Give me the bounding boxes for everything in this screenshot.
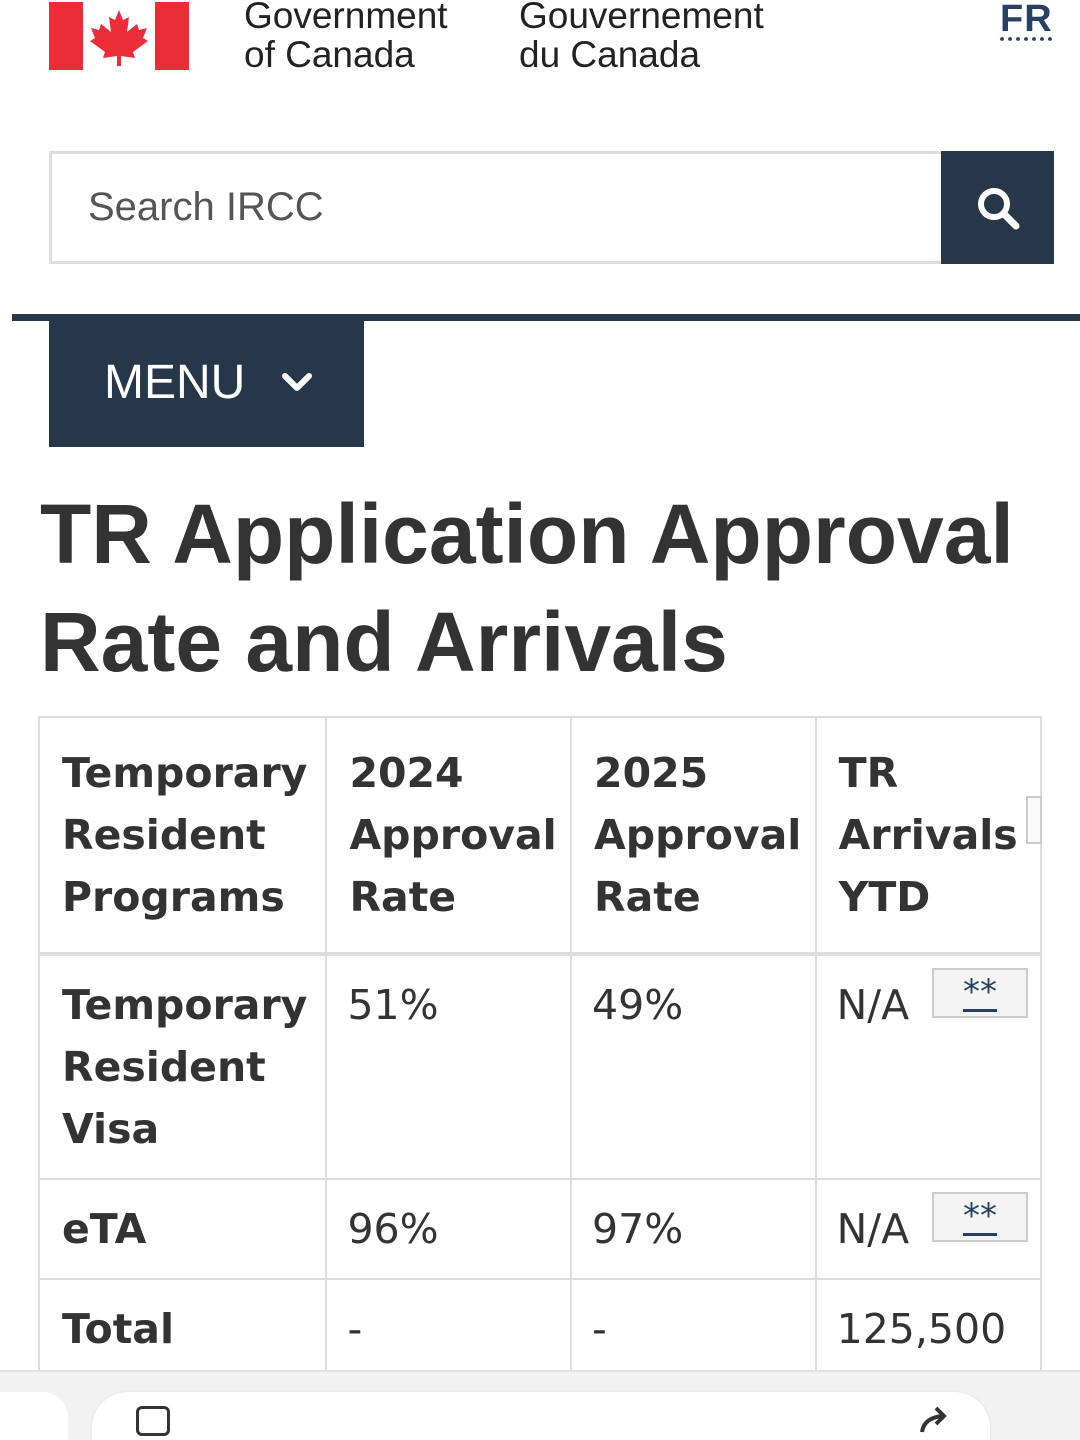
table-header-row: Temporary Resident Programs 2024 Approva… (37, 716, 1043, 955)
gc-header: Government of Canada Gouvernement du Can… (0, 0, 1080, 100)
program-cell: eTA (37, 1178, 328, 1280)
table-scroll-handle[interactable] (1026, 796, 1042, 844)
menu-button[interactable]: MENU (49, 318, 364, 447)
search-bar (49, 151, 1054, 264)
arrivals-cell: 125,500 (814, 1278, 1043, 1380)
menu-label: MENU (104, 356, 246, 409)
program-cell: Total (37, 1278, 328, 1380)
table-row: Total - - 125,500 (37, 1278, 1043, 1380)
arrivals-cell: N/A ** (814, 1178, 1043, 1280)
rate-2025-cell: - (570, 1278, 817, 1380)
footnote-button[interactable]: ** (932, 968, 1028, 1018)
government-of-canada-wordmark[interactable]: Government of Canada (244, 0, 448, 74)
rate-2025-cell: 97% (570, 1178, 817, 1280)
column-header-arrivals: TR Arrivals YTD (814, 716, 1043, 955)
rate-2024-cell: - (325, 1278, 573, 1380)
arrivals-value: N/A (836, 1205, 910, 1253)
table-row: Temporary Resident Visa 51% 49% N/A ** (37, 953, 1043, 1180)
gov-fr-line1: Gouvernement (519, 0, 764, 36)
language-toggle-link[interactable]: FR (1000, 0, 1053, 41)
footnote-button[interactable]: ** (932, 1192, 1028, 1242)
canada-flag-logo[interactable] (49, 2, 189, 70)
share-icon[interactable] (912, 1402, 952, 1440)
column-header-2025-rate: 2025 Approval Rate (570, 716, 817, 955)
search-icon (977, 187, 1019, 229)
gov-en-line1: Government (244, 0, 448, 36)
rate-2025-cell: 49% (570, 953, 817, 1180)
table-row: eTA 96% 97% N/A ** (37, 1178, 1043, 1280)
browser-back-area[interactable] (0, 1392, 68, 1440)
search-input[interactable] (49, 151, 942, 264)
rate-2024-cell: 51% (325, 953, 573, 1180)
gov-fr-line2: du Canada (519, 34, 701, 75)
rate-2024-cell: 96% (325, 1178, 573, 1280)
arrivals-value: N/A (836, 981, 910, 1029)
arrivals-cell: N/A ** (814, 953, 1043, 1180)
column-header-program: Temporary Resident Programs (37, 716, 328, 955)
address-bar[interactable] (92, 1392, 990, 1440)
search-button[interactable] (941, 151, 1054, 264)
tabs-icon[interactable] (136, 1406, 170, 1436)
gov-en-line2: of Canada (244, 34, 415, 75)
browser-bottom-bar (0, 1370, 1080, 1440)
gouvernement-du-canada-wordmark[interactable]: Gouvernement du Canada (519, 0, 764, 74)
chevron-down-icon (281, 372, 313, 394)
column-header-2024-rate: 2024 Approval Rate (325, 716, 573, 955)
program-cell: Temporary Resident Visa (37, 953, 328, 1180)
approval-rate-table: Temporary Resident Programs 2024 Approva… (37, 716, 1043, 1380)
page-title: TR Application Approval Rate and Arrival… (40, 487, 1014, 689)
